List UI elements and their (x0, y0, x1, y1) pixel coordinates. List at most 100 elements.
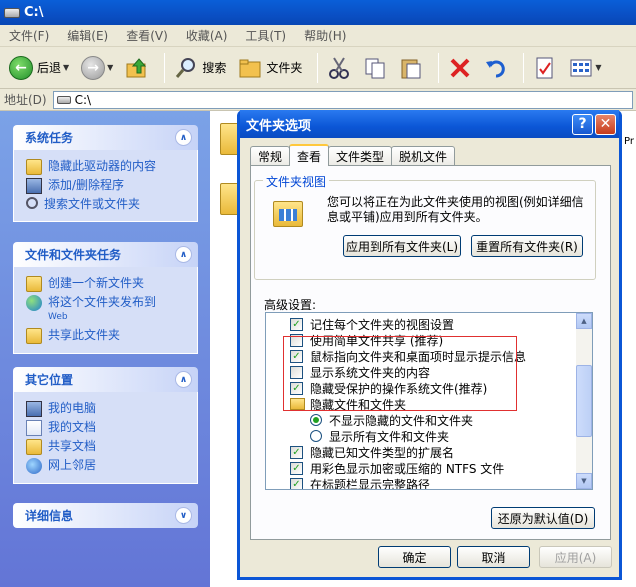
checkbox[interactable]: ✓ (290, 381, 303, 395)
advanced-settings-list[interactable]: ✓ 记住每个文件夹的视图设置 使用简单文件共享 (推荐) ✓ 鼠标指向文件夹和桌面项… (265, 312, 593, 490)
search-label: 搜索 (202, 61, 227, 75)
setting-show-tooltips[interactable]: ✓ 鼠标指向文件夹和桌面项时显示提示信息 (290, 348, 526, 364)
toolbar: ← 后退 ▼ → ▼ 搜索 文件夹 ▼ (0, 47, 636, 89)
search-icon (176, 57, 196, 78)
paste-button[interactable] (396, 51, 426, 85)
task-hide-drive-contents[interactable]: 隐藏此驱动器的内容 (26, 159, 197, 175)
setting-label: 隐藏已知文件类型的扩展名 (310, 445, 455, 460)
menu-favorites[interactable]: 收藏(A) (177, 27, 237, 44)
task-publish-web[interactable]: 将这个文件夹发布到 Web (26, 295, 197, 325)
setting-simple-sharing[interactable]: 使用简单文件共享 (推荐) (290, 332, 443, 348)
place-shared-documents[interactable]: 共享文档 (26, 439, 197, 455)
place-label: 我的文档 (48, 420, 97, 434)
folders-icon (239, 59, 261, 77)
file-folder-tasks-panel: 文件和文件夹任务 ∧ 创建一个新文件夹 将这个文件夹发布到 Web 共享此文件夹 (13, 242, 198, 354)
forward-button[interactable]: → ▼ (78, 51, 116, 85)
details-header[interactable]: 详细信息 ∨ (13, 503, 198, 528)
menu-help[interactable]: 帮助(H) (295, 27, 355, 44)
forward-dropdown-icon[interactable]: ▼ (107, 63, 113, 72)
place-my-documents[interactable]: 我的文档 (26, 420, 197, 436)
scroll-up-arrow-icon[interactable]: ▲ (576, 313, 592, 329)
setting-show-all-files[interactable]: 显示所有文件和文件夹 (310, 428, 449, 444)
back-dropdown-icon[interactable]: ▼ (63, 63, 69, 72)
reset-all-folders-button[interactable]: 重置所有文件夹(R) (471, 235, 583, 257)
setting-color-ntfs[interactable]: ✓ 用彩色显示加密或压缩的 NTFS 文件 (290, 460, 504, 476)
setting-label: 用彩色显示加密或压缩的 NTFS 文件 (310, 461, 505, 476)
back-button[interactable]: ← 后退 ▼ (6, 51, 72, 85)
copy-icon (365, 58, 385, 78)
checkbox[interactable] (290, 365, 303, 379)
apply-to-all-folders-button[interactable]: 应用到所有文件夹(L) (343, 235, 461, 257)
restore-defaults-button[interactable]: 还原为默认值(D) (491, 507, 595, 529)
folders-button[interactable]: 文件夹 (235, 51, 305, 85)
properties-button[interactable] (530, 51, 560, 85)
tab-file-types[interactable]: 文件类型 (328, 146, 393, 165)
cancel-button[interactable]: 取消 (457, 546, 530, 568)
my-computer-icon (26, 401, 42, 417)
menu-view[interactable]: 查看(V) (117, 27, 177, 44)
search-button[interactable]: 搜索 (171, 51, 229, 85)
place-label: 共享文档 (48, 439, 97, 453)
address-value: C:\ (74, 92, 92, 107)
scroll-down-arrow-icon[interactable]: ▼ (576, 473, 592, 489)
menu-edit[interactable]: 编辑(E) (58, 27, 117, 44)
scroll-thumb[interactable] (576, 365, 592, 437)
menu-tools[interactable]: 工具(T) (236, 27, 295, 44)
folder-icon (290, 398, 305, 410)
checkbox[interactable]: ✓ (290, 317, 303, 331)
tab-offline-files[interactable]: 脱机文件 (391, 146, 456, 165)
task-label: 创建一个新文件夹 (48, 276, 145, 290)
file-folder-tasks-header[interactable]: 文件和文件夹任务 ∧ (13, 242, 198, 267)
checkbox[interactable]: ✓ (290, 349, 303, 363)
setting-label: 显示系统文件夹的内容 (310, 365, 431, 380)
place-my-computer[interactable]: 我的电脑 (26, 401, 197, 417)
task-share-folder[interactable]: 共享此文件夹 (26, 328, 197, 344)
close-button[interactable]: ✕ (595, 113, 616, 135)
forward-arrow-icon: → (81, 55, 106, 80)
views-dropdown-icon[interactable]: ▼ (595, 63, 601, 72)
collapse-chevron-icon[interactable]: ∧ (175, 246, 192, 263)
setting-do-not-show-hidden[interactable]: 不显示隐藏的文件和文件夹 (310, 412, 473, 428)
delete-button[interactable] (445, 51, 475, 85)
tab-view[interactable]: 查看 (289, 144, 330, 166)
setting-show-system-folder[interactable]: 显示系统文件夹的内容 (290, 364, 430, 380)
radio-button[interactable] (310, 414, 322, 426)
checkbox[interactable]: ✓ (290, 461, 303, 475)
other-places-panel: 其它位置 ∧ 我的电脑 我的文档 共享文档 网上邻居 (13, 367, 198, 484)
dialog-body: 常规 查看 文件类型 脱机文件 文件夹视图 您可以将正在为此文件夹使用的视图(例… (240, 138, 619, 577)
address-input[interactable]: C:\ (52, 90, 633, 109)
collapse-chevron-icon[interactable]: ∧ (175, 371, 192, 388)
tab-strip: 常规 查看 文件类型 脱机文件 (250, 144, 456, 166)
up-folder-button[interactable] (122, 51, 152, 85)
cut-button[interactable] (324, 51, 354, 85)
task-add-remove-programs[interactable]: 添加/删除程序 (26, 178, 197, 194)
system-tasks-header[interactable]: 系统任务 ∧ (13, 125, 198, 150)
radio-button[interactable] (310, 430, 322, 442)
checkbox[interactable]: ✓ (290, 477, 303, 489)
setting-label: 隐藏受保护的操作系统文件(推荐) (310, 381, 488, 396)
task-search-files[interactable]: 搜索文件或文件夹 (26, 197, 197, 212)
expand-chevron-icon[interactable]: ∨ (175, 507, 192, 524)
ok-button[interactable]: 确定 (378, 546, 451, 568)
collapse-chevron-icon[interactable]: ∧ (175, 129, 192, 146)
list-scrollbar[interactable]: ▲ ▼ (576, 313, 592, 489)
setting-full-path-titlebar[interactable]: ✓ 在标题栏显示完整路径 (290, 476, 430, 489)
setting-remember-view[interactable]: ✓ 记住每个文件夹的视图设置 (290, 316, 454, 332)
apply-button[interactable]: 应用(A) (539, 546, 612, 568)
copy-button[interactable] (360, 51, 390, 85)
checkbox[interactable]: ✓ (290, 445, 303, 459)
setting-hide-protected-os-files[interactable]: ✓ 隐藏受保护的操作系统文件(推荐) (290, 380, 487, 396)
tab-general[interactable]: 常规 (250, 146, 291, 165)
menu-file[interactable]: 文件(F) (0, 27, 58, 44)
views-icon (570, 59, 592, 76)
undo-button[interactable] (481, 51, 511, 85)
task-new-folder[interactable]: 创建一个新文件夹 (26, 276, 197, 292)
other-places-header[interactable]: 其它位置 ∧ (13, 367, 198, 392)
checkbox[interactable] (290, 333, 303, 347)
task-label: 搜索文件或文件夹 (44, 197, 141, 211)
views-button[interactable]: ▼ (566, 51, 604, 85)
help-button[interactable]: ? (572, 113, 593, 135)
setting-hide-extensions[interactable]: ✓ 隐藏已知文件类型的扩展名 (290, 444, 454, 460)
place-network[interactable]: 网上邻居 (26, 458, 197, 474)
network-places-icon (26, 458, 42, 474)
